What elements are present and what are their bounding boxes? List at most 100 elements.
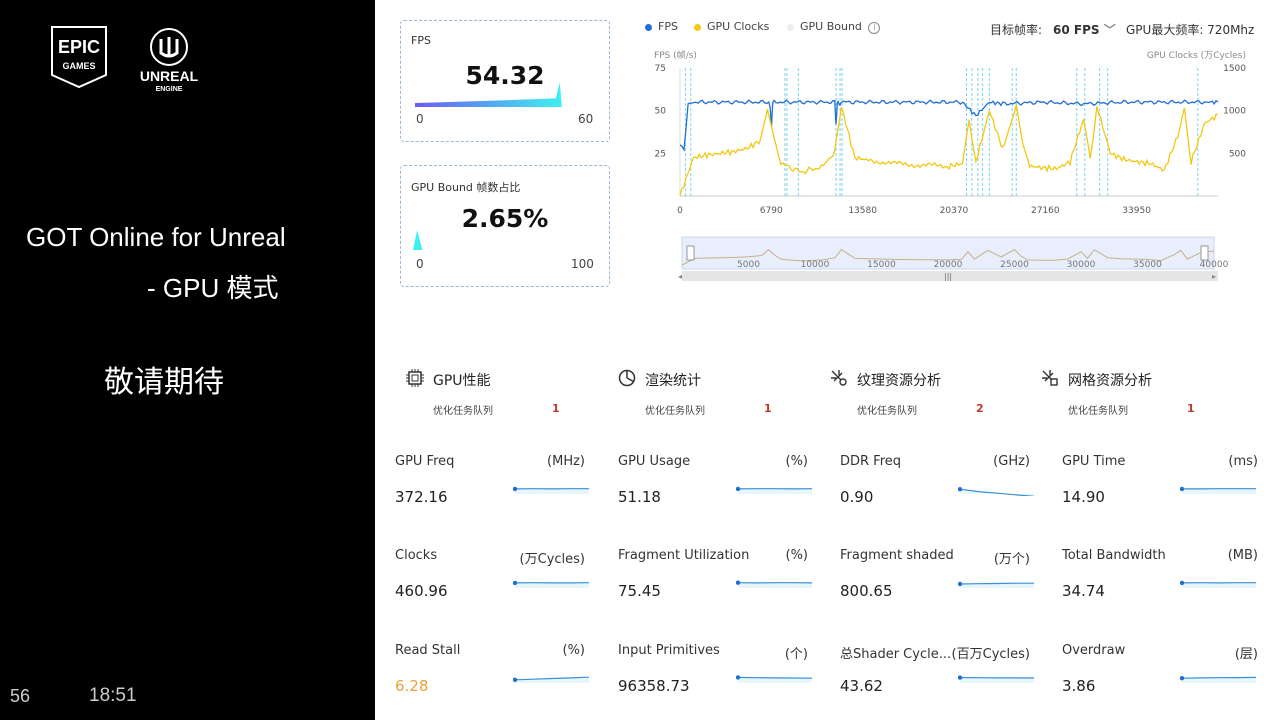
metric-unit: (%): [785, 454, 809, 469]
metric-sparkline: [513, 580, 590, 588]
metric-sparkline: [958, 487, 1035, 496]
slide-subtitle: 敬请期待: [104, 366, 224, 399]
metric-gpu-time[interactable]: GPU Time (ms) 14.90: [1062, 454, 1258, 514]
info-icon[interactable]: i: [868, 22, 881, 34]
metric-value: 6.28: [395, 677, 429, 695]
metric-value: 96358.73: [618, 677, 690, 695]
metric-sparkline: [736, 675, 813, 683]
mesh-analysis-icon: [1042, 370, 1058, 386]
legend-fps-swatch: [645, 23, 652, 31]
metric-unit: (%): [562, 643, 586, 658]
slide-title: GOT Online for Unreal: [26, 222, 286, 252]
metric-unit: (万Cycles): [519, 552, 585, 567]
metric-value: 800.65: [840, 582, 893, 600]
sparkline-start-dot: [513, 677, 518, 682]
y-right-axis-label: GPU Clocks (万Cycles): [1147, 51, 1246, 61]
slider-left-handle[interactable]: [686, 245, 695, 261]
metric-clocks[interactable]: Clocks (万Cycles) 460.96: [395, 548, 590, 608]
epic-games-logo: EPIC GAMES: [51, 26, 107, 89]
y-left-tick: 50: [655, 107, 667, 117]
sparkline-start-dot: [958, 675, 963, 680]
y-left-tick: 75: [655, 64, 666, 74]
legend-gpu-clocks-swatch: [694, 23, 701, 31]
legend-fps[interactable]: FPS: [645, 20, 678, 33]
sparkline-start-dot: [513, 486, 518, 492]
slider-tick-label: 5000: [737, 260, 760, 270]
scroll-grip-icon[interactable]: |||: [944, 272, 952, 281]
category-name: 纹理资源分析: [857, 373, 941, 389]
gpu-chip-icon: [406, 369, 424, 387]
x-tick: 0: [677, 206, 683, 216]
slider-tick-label: 25000: [1000, 260, 1029, 270]
target-fps-select[interactable]: 60 FPS ﹀: [1053, 21, 1116, 38]
fps-card[interactable]: FPS 54.32 0 60: [400, 20, 610, 142]
metric-ddr-freq[interactable]: DDR Freq (GHz) 0.90: [840, 454, 1035, 514]
svg-text:UNREAL: UNREAL: [140, 68, 199, 84]
fps-gpu-clock-chart[interactable]: FPS (帧/s) GPU Clocks (万Cycles) 75 50 25 1500 1…: [640, 46, 1265, 226]
sparkline-start-dot: [736, 486, 741, 492]
svg-text:GAMES: GAMES: [62, 61, 95, 71]
metric-name: 总Shader Cycle...: [840, 647, 952, 662]
unreal-engine-logo: UNREAL ENGINE: [140, 28, 199, 93]
category-queue-count: 1: [764, 402, 772, 415]
category-queue-label: 优化任务队列: [857, 406, 917, 417]
metric-sparkline: [1180, 486, 1256, 494]
metric-read-stall[interactable]: Read Stall (%) 6.28: [395, 643, 590, 703]
y-right-tick: 1500: [1223, 64, 1246, 74]
metric-unit: (ms): [1228, 454, 1258, 469]
x-tick: 27160: [1031, 206, 1060, 216]
gpu-bound-card[interactable]: GPU Bound 帧数占比 2.65% 0 100: [400, 165, 610, 287]
metric-sparkline: [1180, 580, 1256, 588]
metric-unit: (MHz): [547, 454, 585, 469]
gpu-bound-min: 0: [416, 257, 424, 271]
metric-fragment-shaded[interactable]: Fragment shaded (万个) 800.65: [840, 548, 1034, 608]
metric-unit: (MB): [1227, 548, 1258, 563]
x-tick: 6790: [760, 206, 783, 216]
fps-gauge: [415, 83, 562, 107]
y-right-tick: 500: [1229, 149, 1246, 159]
scroll-right-arrow-icon[interactable]: ▸: [1212, 272, 1216, 281]
x-tick: 20370: [940, 206, 969, 216]
y-left-tick: 25: [655, 149, 666, 159]
metric-gpu-usage[interactable]: GPU Usage (%) 51.18: [618, 454, 813, 514]
fps-min: 0: [416, 112, 424, 126]
metric-value: 75.45: [618, 582, 661, 600]
sparkline-start-dot: [1180, 486, 1185, 492]
metric-name: Fragment Utilization: [618, 548, 750, 563]
metric-sparkline: [736, 486, 813, 494]
gpu-bound-gauge: [413, 230, 423, 250]
metric-total-bandwidth[interactable]: Total Bandwidth (MB) 34.74: [1062, 548, 1258, 608]
slider-right-handle[interactable]: [1200, 245, 1209, 261]
slider-tick-label: 10000: [801, 260, 830, 270]
metric-unit: (个): [784, 647, 808, 662]
gpu-bound-gauge-fill: [413, 230, 423, 250]
metric-overdraw[interactable]: Overdraw (层) 3.86: [1062, 643, 1258, 703]
legend-gpu-clocks[interactable]: GPU Clocks: [694, 20, 769, 33]
category-name: GPU性能: [433, 373, 491, 389]
x-tick: 13580: [848, 206, 877, 216]
metric-value: 460.96: [395, 582, 448, 600]
metric-gpu-freq[interactable]: GPU Freq (MHz) 372.16: [395, 454, 589, 514]
slider-tick-label: 20000: [934, 260, 963, 270]
scroll-left-arrow-icon[interactable]: ◂: [678, 272, 682, 281]
timeline-zoom-slider[interactable]: ◂ ▸ ||| 5000 10000 15000 20000 25000 30000 350…: [678, 235, 1228, 285]
metric-fragment-utilization[interactable]: Fragment Utilization (%) 75.45: [618, 548, 813, 608]
slider-tick-label: 30000: [1067, 260, 1096, 270]
y-left-axis-label: FPS (帧/s): [654, 49, 697, 61]
sparkline-start-dot: [736, 580, 741, 585]
svg-text:ENGINE: ENGINE: [156, 86, 183, 93]
metric-input-primitives[interactable]: Input Primitives (个) 96358.73: [618, 643, 813, 703]
title-panel: EPIC GAMES UNREAL ENGINE GOT Online for …: [0, 0, 375, 720]
category-queue-count: 1: [552, 402, 560, 415]
sparkline-start-dot: [736, 675, 741, 680]
legend-gpu-bound[interactable]: GPU Bound i: [787, 20, 881, 34]
sparkline-line: [1181, 676, 1257, 679]
metric-name: Read Stall: [395, 643, 461, 658]
metric-value: 0.90: [840, 488, 874, 506]
category-queue-count: 1: [1187, 402, 1195, 415]
metric-shader-cycle[interactable]: 总Shader Cycle... (百万Cycles) 43.62: [840, 643, 1035, 703]
metric-unit: (层): [1234, 647, 1258, 662]
metric-sparkline: [513, 486, 589, 494]
sparkline-start-dot: [958, 581, 963, 587]
metric-name: Overdraw: [1062, 643, 1126, 658]
